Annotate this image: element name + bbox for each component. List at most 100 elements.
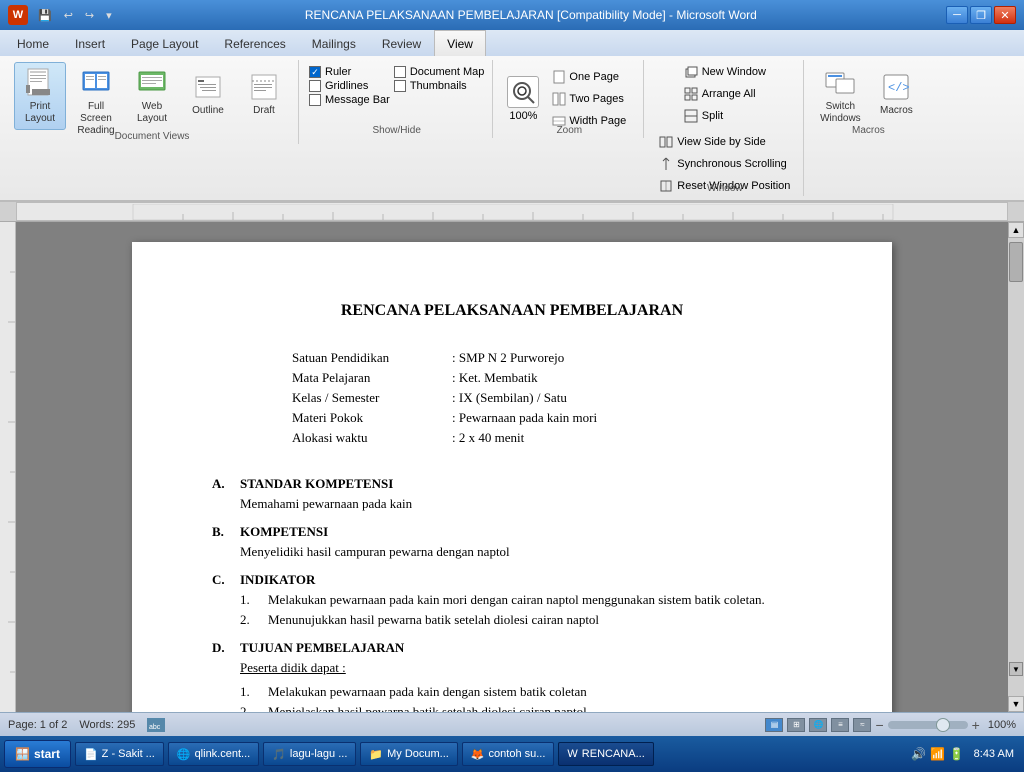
section-c-header: C. INDIKATOR [212,572,812,588]
message-bar-checkbox[interactable]: Message Bar [309,94,390,106]
zoom-slider[interactable] [888,721,968,729]
macros-group-label: Macros [806,125,930,136]
thumbnails-cb-icon [394,80,406,92]
undo-quick[interactable]: ↩ [60,8,77,23]
language-icon[interactable]: abc [147,718,165,732]
scroll-btn-bottom[interactable]: ▼ [1009,662,1023,676]
tab-mailings[interactable]: Mailings [299,30,369,56]
tray-icon-3[interactable]: 🔋 [949,746,965,762]
draft-label: Draft [253,105,275,117]
switch-windows-button[interactable]: SwitchWindows [814,62,866,130]
info-value-2: : Ket. Membatik [452,370,538,386]
section-b-header: B. KOMPETENSI [212,524,812,540]
scroll-thumb[interactable] [1009,242,1023,282]
tray-icon-2[interactable]: 📶 [930,746,946,762]
new-window-icon [684,65,698,79]
taskbar-item-qlink[interactable]: 🌐 qlink.cent... [168,742,259,766]
zoom-bar: − + 100% [875,717,1016,733]
synchronous-scrolling-button[interactable]: Synchronous Scrolling [654,154,795,174]
minimize-button[interactable]: ─ [946,6,968,24]
document-map-cb-icon [394,66,406,78]
section-d-letter: D. [212,640,232,656]
full-screen-reading-button[interactable]: Full ScreenReading [70,62,122,142]
scroll-up-button[interactable]: ▲ [1008,222,1024,238]
gridlines-checkbox[interactable]: Gridlines [309,80,390,92]
print-layout-status-icon[interactable]: ▤ [765,718,783,732]
taskbar-item-contoh[interactable]: 🦊 contoh su... [462,742,555,766]
taskbar-item-lagu[interactable]: 🎵 lagu-lagu ... [263,742,356,766]
title-bar: W 💾 ↩ ↪ ▾ RENCANA PELAKSANAAN PEMBELAJAR… [0,0,1024,30]
info-value-5: : 2 x 40 menit [452,430,524,446]
tab-view[interactable]: View [434,30,486,56]
tab-home[interactable]: Home [4,30,62,56]
tab-references[interactable]: References [211,30,298,56]
ruler-right [1008,202,1024,221]
taskbar-item-z-sakit[interactable]: 📄 Z - Sakit ... [75,742,164,766]
section-c: C. INDIKATOR 1. Melakukan pewarnaan pada… [212,572,812,628]
zoom-button[interactable] [507,76,539,108]
tray-icon-1[interactable]: 🔊 [911,746,927,762]
list-item: 1. Melakukan pewarnaan pada kain mori de… [240,592,812,608]
zoom-value[interactable]: 100% [509,110,537,122]
outline-button[interactable]: Outline [182,62,234,126]
document-title: RENCANA PELAKSANAAN PEMBELAJARAN [212,302,812,320]
outline-status-icon[interactable]: ≡ [831,718,849,732]
info-value-4: : Pewarnaan pada kain mori [452,410,597,426]
draft-status-icon[interactable]: ≈ [853,718,871,732]
section-d-list: 1. Melakukan pewarnaan pada kain dengan … [240,684,812,712]
gridlines-cb-icon [309,80,321,92]
outline-label: Outline [192,105,224,117]
tab-insert[interactable]: Insert [62,30,118,56]
taskbar-item-rencana[interactable]: W RENCANA... [558,742,653,766]
split-button[interactable]: Split [679,106,728,126]
arrange-all-label: Arrange All [702,88,756,100]
start-label: start [34,747,60,761]
split-label: Split [702,110,723,122]
taskbar-icon-contoh: 🦊 [471,748,485,761]
info-value-1: : SMP N 2 Purworejo [452,350,564,366]
zoom-slider-thumb[interactable] [936,718,950,732]
one-page-button[interactable]: One Page [547,67,631,87]
arrange-all-button[interactable]: Arrange All [679,84,761,104]
vertical-scrollbar[interactable]: ▲ ▼ ▼ [1008,222,1024,712]
dropdown-quick[interactable]: ▾ [102,8,116,23]
taskbar-item-mydoc[interactable]: 📁 My Docum... [360,742,457,766]
draft-icon [248,71,280,103]
zoom-plus[interactable]: + [972,717,980,733]
tab-review[interactable]: Review [369,30,434,56]
scroll-down-button[interactable]: ▼ [1008,696,1024,712]
restore-button[interactable]: ❐ [970,6,992,24]
print-layout-button[interactable]: PrintLayout [14,62,66,130]
ruler-checkbox[interactable]: ✓ Ruler [309,66,390,78]
taskbar-label-qlink: qlink.cent... [195,748,251,760]
save-quick[interactable]: 💾 [34,8,56,23]
document-map-checkbox[interactable]: Document Map [394,66,485,78]
macros-button[interactable]: </> Macros [870,62,922,126]
window-group-label: Window [646,183,803,194]
tab-page-layout[interactable]: Page Layout [118,30,211,56]
thumbnails-checkbox[interactable]: Thumbnails [394,80,485,92]
scroll-track[interactable]: ▼ [1008,238,1024,696]
document-scroll[interactable]: RENCANA PELAKSANAAN PEMBELAJARAN Satuan … [16,222,1008,712]
taskbar-icon-lagu: 🎵 [272,748,286,761]
draft-button[interactable]: Draft [238,62,290,126]
web-layout-status-icon[interactable]: 🌐 [809,718,827,732]
fullscreen-status-icon[interactable]: ⊞ [787,718,805,732]
zoom-minus[interactable]: − [875,717,883,733]
close-button[interactable]: ✕ [994,6,1016,24]
two-pages-button[interactable]: Two Pages [547,89,631,109]
view-side-by-side-button[interactable]: View Side by Side [654,132,795,152]
start-button[interactable]: 🪟 start [4,740,71,768]
item-text-1: Melakukan pewarnaan pada kain mori denga… [268,592,765,608]
redo-quick[interactable]: ↪ [81,8,98,23]
side-by-side-icon [659,135,673,149]
new-window-button[interactable]: New Window [679,62,771,82]
group-show-hide: ✓ Ruler Gridlines Message Bar [301,60,493,138]
taskbar-label-z: Z - Sakit ... [102,748,155,760]
macros-icon: </> [880,71,912,103]
web-layout-button[interactable]: WebLayout [126,62,178,130]
message-bar-cb-icon [309,94,321,106]
synchronous-scrolling-label: Synchronous Scrolling [677,158,786,170]
word-count: Words: 295 [79,719,135,731]
group-document-views: PrintLayout Full Sc [6,60,299,144]
